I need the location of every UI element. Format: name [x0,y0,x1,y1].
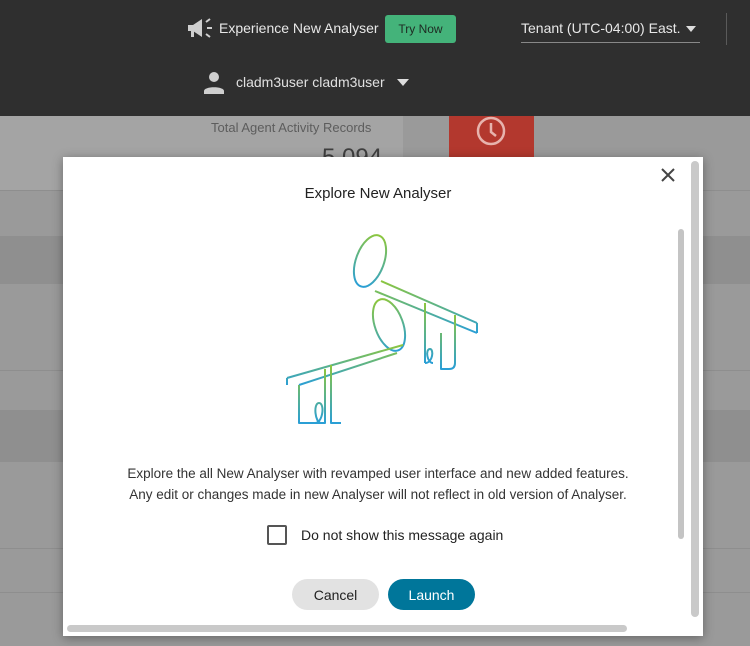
launch-button[interactable]: Launch [388,579,475,610]
chevron-down-icon [686,26,696,32]
tenant-select[interactable]: Tenant (UTC-04:00) East... [521,14,700,43]
chevron-down-icon[interactable] [397,79,409,86]
total-agent-activity-label: Total Agent Activity Records [211,120,372,135]
person-icon [204,72,224,94]
close-icon[interactable] [659,166,677,184]
dialog-message: Explore the all New Analyser with revamp… [63,463,693,505]
tenant-label: Tenant (UTC-04:00) East... [521,20,681,36]
header-divider [726,13,727,45]
content-scrollbar-thumb[interactable] [678,229,684,539]
top-header: Experience New Analyser Try Now Tenant (… [0,0,750,116]
experience-new-analyser-text: Experience New Analyser [219,20,379,36]
dialog-message-line1: Explore the all New Analyser with revamp… [127,466,629,481]
dialog-title: Explore New Analyser [304,185,452,202]
dialog-horizontal-scrollbar[interactable] [67,625,627,632]
dont-show-again-checkbox[interactable] [267,525,287,545]
explore-new-analyser-dialog: Explore New Analyser Explore the all New… [63,157,703,636]
dont-show-again-label[interactable]: Do not show this message again [301,527,503,543]
dont-show-again-option[interactable]: Do not show this message again [267,525,503,545]
dialog-vertical-scrollbar[interactable] [691,161,699,617]
user-menu-name[interactable]: cladm3user cladm3user [236,74,385,90]
dialog-message-line2: Any edit or changes made in new Analyser… [129,487,627,502]
try-now-button[interactable]: Try Now [385,15,456,43]
trumpets-illustration [286,234,478,424]
content-scrollbar[interactable] [676,227,686,549]
cancel-button[interactable]: Cancel [292,579,379,610]
clock-icon [476,116,506,146]
megaphone-icon [188,18,212,38]
